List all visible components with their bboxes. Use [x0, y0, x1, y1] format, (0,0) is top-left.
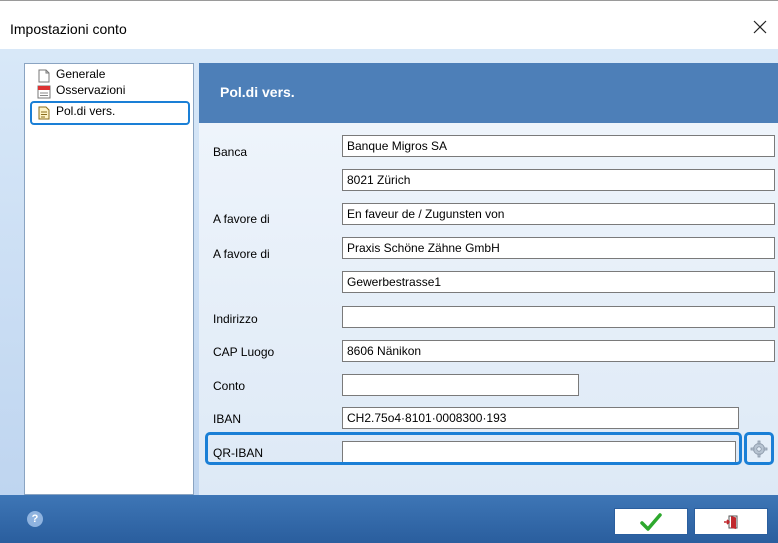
cap-luogo-label: CAP Luogo	[213, 345, 275, 359]
indirizzo-input[interactable]	[342, 306, 775, 328]
exit-door-icon	[724, 515, 738, 529]
panel-title: Pol.di vers.	[220, 84, 295, 100]
cap-luogo-input[interactable]	[342, 340, 775, 362]
conto-label: Conto	[213, 379, 246, 393]
favore-label-2: A favore di	[213, 247, 270, 261]
beneficiary-name-input[interactable]	[342, 237, 775, 259]
tree-item-label: Generale	[56, 67, 106, 81]
close-button[interactable]	[748, 15, 772, 39]
beneficiary-street-input[interactable]	[342, 271, 775, 293]
notes-icon	[37, 85, 51, 99]
banca-label: Banca	[213, 145, 248, 159]
settings-tree: Generale Osservazioni Pol.di vers.	[24, 63, 194, 495]
favore-label-1: A favore di	[213, 212, 270, 226]
iban-label: IBAN	[213, 412, 242, 426]
qr-iban-highlight	[205, 432, 742, 465]
page-icon	[38, 69, 50, 83]
help-icon[interactable]: ?	[27, 511, 43, 527]
indirizzo-label: Indirizzo	[213, 312, 258, 326]
iban-input[interactable]	[342, 407, 739, 429]
banca-line2-input[interactable]	[342, 169, 775, 191]
tree-item-osservazioni[interactable]: Osservazioni	[37, 84, 125, 99]
exit-button[interactable]	[694, 508, 768, 535]
panel-header: Pol.di vers.	[199, 63, 778, 123]
qr-iban-settings-button[interactable]	[744, 432, 774, 465]
favore-di-input[interactable]	[342, 203, 775, 225]
banca-line1-input[interactable]	[342, 135, 775, 157]
tree-item-generale[interactable]: Generale	[37, 68, 105, 83]
ok-button[interactable]	[614, 508, 688, 535]
window-title: Impostazioni conto	[10, 21, 127, 37]
tree-selection-highlight	[30, 101, 190, 125]
checkmark-icon	[640, 512, 662, 531]
gear-icon	[750, 440, 768, 457]
title-bar: Impostazioni conto	[0, 0, 778, 49]
conto-input[interactable]	[342, 374, 579, 396]
tree-item-label: Osservazioni	[56, 83, 126, 97]
close-icon	[753, 20, 767, 34]
